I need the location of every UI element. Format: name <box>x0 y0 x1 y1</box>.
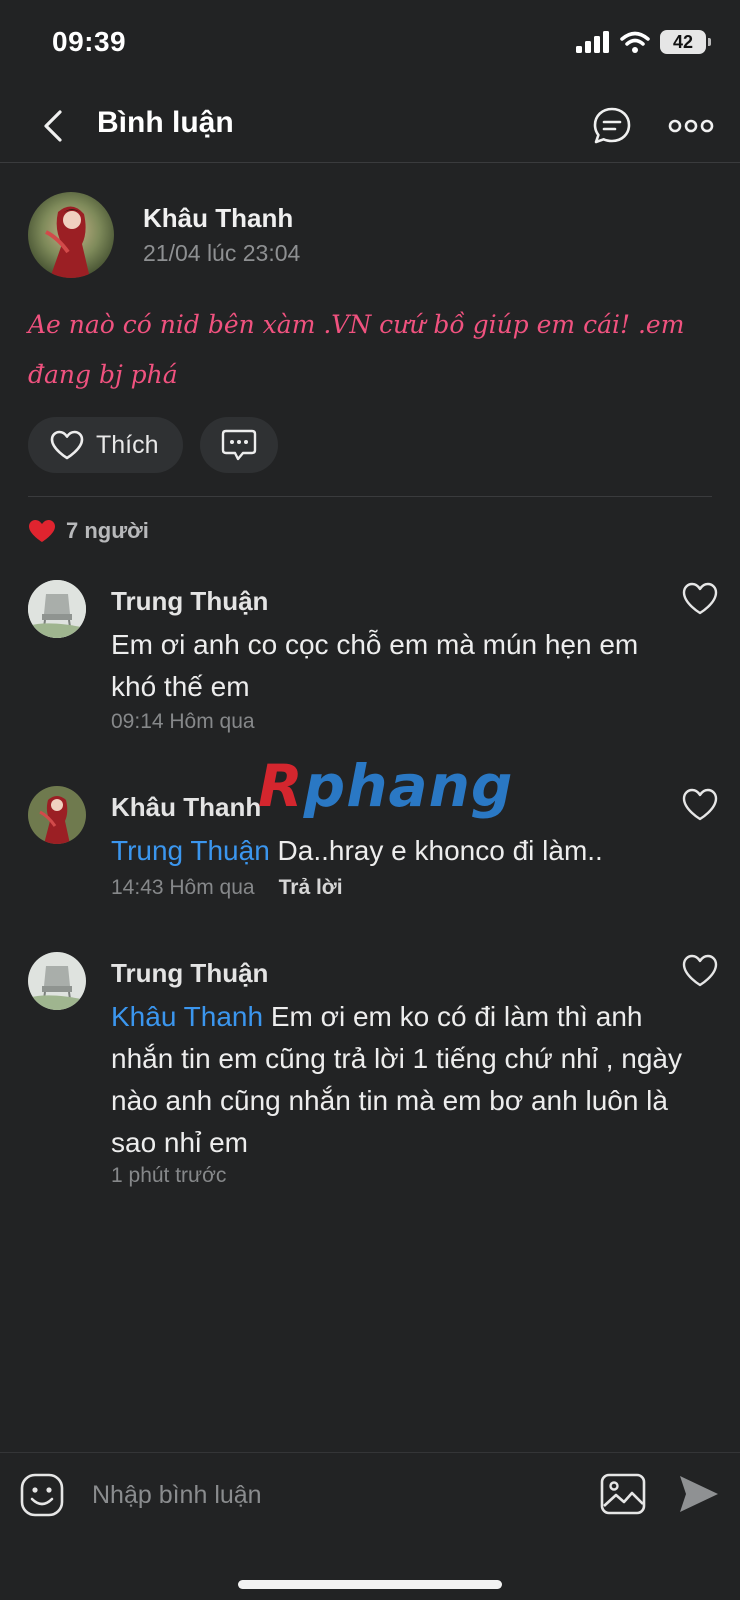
image-icon[interactable] <box>600 1473 646 1515</box>
status-bar: 09:39 42 <box>0 0 740 90</box>
commenter-name[interactable]: Khâu Thanh <box>111 792 261 823</box>
emoji-icon[interactable] <box>20 1473 64 1517</box>
status-icons: 42 <box>576 30 711 54</box>
heart-icon <box>50 430 84 460</box>
watermark-logo: Rphang <box>258 752 514 820</box>
send-icon[interactable] <box>676 1473 720 1515</box>
home-indicator <box>238 1580 502 1589</box>
comment-body: Em ơi anh co cọc chỗ em mà mún hẹn em kh… <box>111 629 639 702</box>
commenter-avatar[interactable] <box>28 580 86 638</box>
comment-input-bar <box>0 1452 740 1600</box>
comment-icon <box>221 429 257 461</box>
comment-time: 09:14 Hôm qua <box>111 710 255 733</box>
comment-button[interactable] <box>200 417 278 473</box>
comment-text: Trung Thuận Da..hray e khonco đi làm.. <box>111 830 691 872</box>
wifi-icon <box>620 31 650 53</box>
heart-icon[interactable] <box>682 582 718 616</box>
page-title: Bình luận <box>97 106 234 139</box>
divider <box>28 496 712 497</box>
status-time: 09:39 <box>52 26 127 57</box>
reply-link[interactable]: Trả lời <box>279 876 343 900</box>
comment-mention[interactable]: Khâu Thanh <box>111 1001 263 1032</box>
commenter-name[interactable]: Trung Thuận <box>111 586 268 617</box>
comment-time: 14:43 Hôm qua <box>111 876 255 899</box>
post-timestamp: 21/04 lúc 23:04 <box>143 240 301 266</box>
comment-body: Da..hray e khonco đi làm.. <box>269 835 603 866</box>
post-author-avatar[interactable] <box>28 192 114 278</box>
like-label: Thích <box>96 430 159 459</box>
red-heart-icon <box>29 520 55 542</box>
comment-item: Trung Thuận Em ơi anh co cọc chỗ em mà m… <box>28 580 718 740</box>
commenter-avatar[interactable] <box>28 952 86 1010</box>
battery-indicator: 42 <box>660 30 711 54</box>
post-content: Ae naò có nid bên xàm .VN cưứ bồ giúp em… <box>28 310 685 389</box>
signal-icon <box>576 31 609 53</box>
comments-screen: 09:39 42 Bình luận Khâu Thanh 21/04 lúc … <box>0 0 740 1600</box>
post-author-name[interactable]: Khâu Thanh <box>143 203 293 234</box>
comment-item: Trung Thuận Khâu Thanh Em ơi em ko có đi… <box>28 952 718 1212</box>
commenter-name[interactable]: Trung Thuận <box>111 958 268 989</box>
comment-meta: 1 phút trước <box>111 1164 226 1188</box>
comment-meta: 09:14 Hôm qua <box>111 710 255 734</box>
comment-meta: 14:43 Hôm qua Trả lời <box>111 876 343 900</box>
like-button[interactable]: Thích <box>28 417 183 473</box>
heart-icon[interactable] <box>682 954 718 988</box>
heart-icon[interactable] <box>682 788 718 822</box>
commenter-avatar[interactable] <box>28 786 86 844</box>
comment-text: Em ơi anh co cọc chỗ em mà mún hẹn em kh… <box>111 624 691 708</box>
header-bar: Bình luận <box>0 90 740 163</box>
comment-text: Khâu Thanh Em ơi em ko có đi làm thì anh… <box>111 996 691 1164</box>
more-dots-icon[interactable] <box>668 108 714 144</box>
chat-bubble-icon[interactable] <box>592 106 632 146</box>
comment-time: 1 phút trước <box>111 1164 227 1187</box>
reactions-summary[interactable]: 7 người <box>28 518 149 544</box>
reaction-count: 7 người <box>66 518 149 543</box>
comment-input[interactable] <box>92 1471 572 1519</box>
comment-mention[interactable]: Trung Thuận <box>111 835 270 866</box>
back-arrow-icon[interactable] <box>36 106 72 146</box>
